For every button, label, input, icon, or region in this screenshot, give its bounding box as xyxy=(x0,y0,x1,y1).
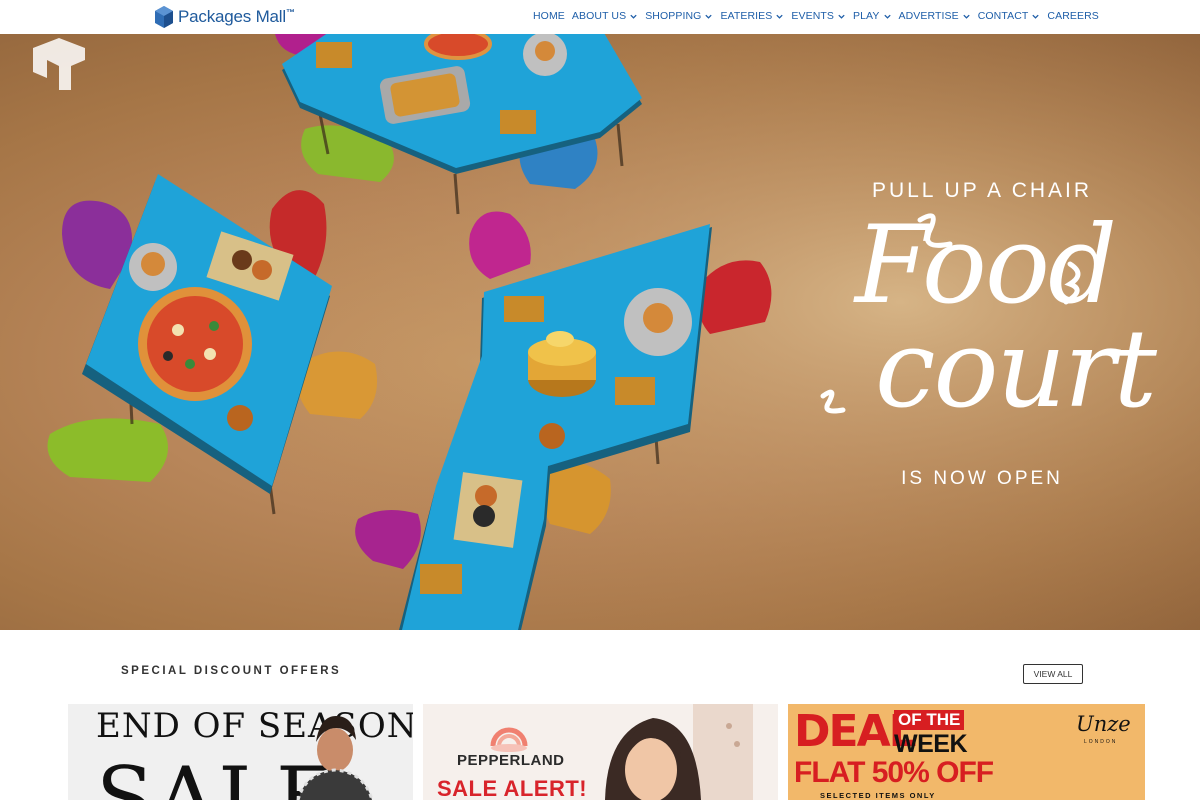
chevron-down-icon xyxy=(883,14,891,19)
cube-logo-icon xyxy=(155,6,173,28)
nav-item-events[interactable]: EVENTS xyxy=(791,10,846,22)
chevron-down-icon xyxy=(705,14,713,19)
selected-items-text: SELECTED ITEMS ONLY xyxy=(820,791,936,800)
nav-item-play[interactable]: PLAY xyxy=(853,10,891,22)
offer-card-end-of-season[interactable]: END OF SEASON SALE xyxy=(68,704,413,800)
hero-kicker: PULL UP A CHAIR xyxy=(871,179,1093,202)
sale-alert-text: SALE ALERT! xyxy=(437,776,588,800)
nav-item-label: CAREERS xyxy=(1047,10,1099,22)
week-text: WEEK xyxy=(894,730,968,758)
nav-item-contact[interactable]: CONTACT xyxy=(978,10,1041,22)
nav-item-label: HOME xyxy=(533,10,565,22)
offer-card-deal-of-week[interactable]: DEAL OF THE WEEK FLAT 50% OFF SELECTED I… xyxy=(788,704,1145,800)
nav-item-label: ADVERTISE xyxy=(898,10,959,22)
logo-text: Packages Mall™ xyxy=(178,7,295,26)
pizza-large xyxy=(138,287,252,401)
offer-card-pepperland[interactable]: PEPPERLAND SALE ALERT! xyxy=(423,704,778,800)
main-nav: HOME ABOUT US SHOPPING EATERIES EVENTS PLAY AD… xyxy=(533,10,1099,22)
nav-item-home[interactable]: HOME xyxy=(533,10,565,22)
model-photo xyxy=(296,716,374,800)
nav-item-advertise[interactable]: ADVERTISE xyxy=(899,10,971,22)
pizza-top xyxy=(424,34,492,60)
hero-title-line2: court xyxy=(874,307,1157,432)
pepperland-rainbow-icon xyxy=(490,727,528,752)
nav-item-label: PLAY xyxy=(853,10,880,22)
section-title: SPECIAL DISCOUNT OFFERS xyxy=(121,665,342,677)
mall-corner-logo-icon xyxy=(33,38,85,90)
unze-brand-sub: LONDON xyxy=(1084,739,1118,745)
chevron-down-icon xyxy=(630,14,637,19)
pepperland-brand: PEPPERLAND xyxy=(457,752,565,769)
view-all-button[interactable]: VIEW ALL xyxy=(1023,664,1083,684)
nav-item-careers[interactable]: CAREERS xyxy=(1047,10,1098,22)
of-the-badge: OF THE xyxy=(894,710,965,730)
nav-item-label: EATERIES xyxy=(720,10,773,22)
child-photo xyxy=(605,704,753,800)
nav-item-eateries[interactable]: EATERIES xyxy=(720,10,784,22)
nav-item-label: SHOPPING xyxy=(645,10,702,22)
site-header: Packages Mall™ HOME ABOUT US SHOPPING EATER… xyxy=(0,0,1200,34)
nav-item-label: ABOUT US xyxy=(571,10,627,22)
chevron-down-icon xyxy=(963,14,970,19)
nav-item-label: CONTACT xyxy=(977,10,1029,22)
chair-green-bottom xyxy=(47,418,168,482)
site-logo[interactable]: Packages Mall™ xyxy=(154,3,295,31)
hero-title: Food court xyxy=(795,212,1175,432)
chevron-down-icon xyxy=(776,14,784,19)
chevron-down-icon xyxy=(1032,14,1040,19)
nav-item-about-us[interactable]: ABOUT US xyxy=(572,10,638,22)
chevron-down-icon xyxy=(838,14,845,19)
nav-item-label: EVENTS xyxy=(791,10,835,22)
unze-brand: Unze xyxy=(1076,712,1131,736)
nav-item-shopping[interactable]: SHOPPING xyxy=(645,10,713,22)
hero-subtitle: IS NOW OPEN xyxy=(901,468,1063,489)
hero-banner[interactable]: PULL UP A CHAIR Food court IS NOW OPEN xyxy=(0,34,1200,630)
flat-off-text: FLAT 50% OFF xyxy=(794,756,994,789)
